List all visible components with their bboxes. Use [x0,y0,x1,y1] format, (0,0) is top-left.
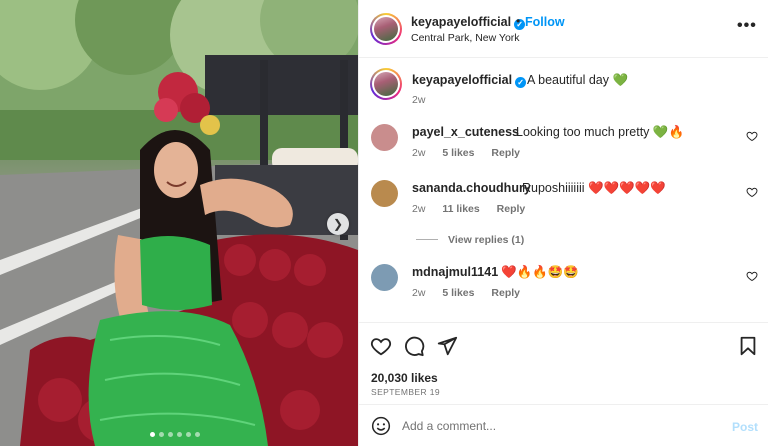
post-location[interactable]: Central Park, New York [411,32,520,44]
comment-item: payel_x_cuteness Looking too much pretty… [370,124,760,164]
comment-text: Ruposhiiiiiii ❤️❤️❤️❤️❤️ [522,181,666,195]
add-comment-bar: Post [359,404,768,446]
avatar[interactable] [374,72,398,96]
post-details-panel: keyapayelofficial ✓ • Follow Central Park… [358,0,768,446]
post-comment-button[interactable]: Post [732,420,758,434]
comment-likes[interactable]: 11 likes [442,203,479,215]
comment-meta: 2w 5 likes Reply [412,287,534,299]
avatar[interactable] [374,17,398,41]
caption-time: 2w [412,94,426,106]
comment-bubble-icon[interactable] [403,335,425,357]
share-paper-plane-icon[interactable] [436,335,458,357]
likes-count[interactable]: 20,030 likes [371,371,438,385]
comment-meta: 2w 5 likes Reply [412,147,534,159]
comment-username[interactable]: sananda.choudhury [412,181,531,195]
comment-meta: 2w 11 likes Reply [412,203,539,215]
comments-section[interactable]: keyapayelofficial ✓ A beautiful day 💚 2w … [359,58,768,322]
comment-item: mdnajmul1141 ❤️🔥🔥🤩🤩 2w 5 likes Reply [370,264,760,304]
comment-likes[interactable]: 5 likes [442,287,474,299]
verified-badge-icon: ✓ [515,77,527,88]
caption-text: A beautiful day 💚 [527,73,629,87]
post-date: SEPTEMBER 19 [371,387,441,397]
comment-username[interactable]: payel_x_cuteness [412,125,519,139]
like-comment-heart-icon[interactable] [746,186,758,198]
reply-button[interactable]: Reply [497,203,526,215]
author-username-text[interactable]: keyapayelofficial [411,15,511,29]
avatar[interactable] [371,180,398,207]
post-header: keyapayelofficial ✓ • Follow Central Park… [359,0,768,58]
reply-button[interactable]: Reply [491,287,520,299]
comment-time: 2w [412,147,426,159]
avatar[interactable] [371,264,398,291]
separator-dot: • [516,14,521,28]
author-username[interactable]: keyapayelofficial ✓ [411,15,526,30]
carousel-dots [150,432,200,437]
reply-button[interactable]: Reply [491,147,520,159]
post-actions: 20,030 likes SEPTEMBER 19 [359,322,768,402]
caption-username[interactable]: keyapayelofficial ✓ [412,73,527,88]
like-heart-icon[interactable] [370,335,392,357]
post-caption: keyapayelofficial ✓ A beautiful day 💚 2w [370,68,628,106]
emoji-smiley-icon[interactable] [371,416,391,436]
carousel-dot [195,432,200,437]
more-icon[interactable]: ••• [737,17,757,35]
comment-time: 2w [412,203,426,215]
carousel-dot [150,432,155,437]
like-comment-heart-icon[interactable] [746,270,758,282]
post-photo[interactable]: ❯ [0,0,358,446]
avatar[interactable] [371,124,398,151]
follow-button[interactable]: Follow [525,15,565,29]
carousel-dot [177,432,182,437]
comment-text: Looking too much pretty 💚🔥 [516,125,685,139]
comment-time: 2w [412,287,426,299]
carousel-dot [168,432,173,437]
photo-scene [0,0,358,446]
comment-likes[interactable]: 5 likes [442,147,474,159]
comment-item: sananda.choudhury Ruposhiiiiiii ❤️❤️❤️❤️… [370,180,760,220]
story-ring[interactable] [370,68,402,100]
comment-input[interactable] [402,415,722,437]
story-ring[interactable] [370,13,402,45]
comment-text: ❤️🔥🔥🤩🤩 [501,265,579,279]
save-bookmark-icon[interactable] [737,335,759,357]
like-comment-heart-icon[interactable] [746,130,758,142]
carousel-dot [159,432,164,437]
carousel-dot [186,432,191,437]
comment-username[interactable]: mdnajmul1141 [412,265,498,279]
chevron-right-icon: ❯ [332,217,344,231]
caption-username-text[interactable]: keyapayelofficial [412,73,512,87]
view-replies-button[interactable]: View replies (1) [416,234,524,246]
next-photo-button[interactable]: ❯ [327,213,349,235]
